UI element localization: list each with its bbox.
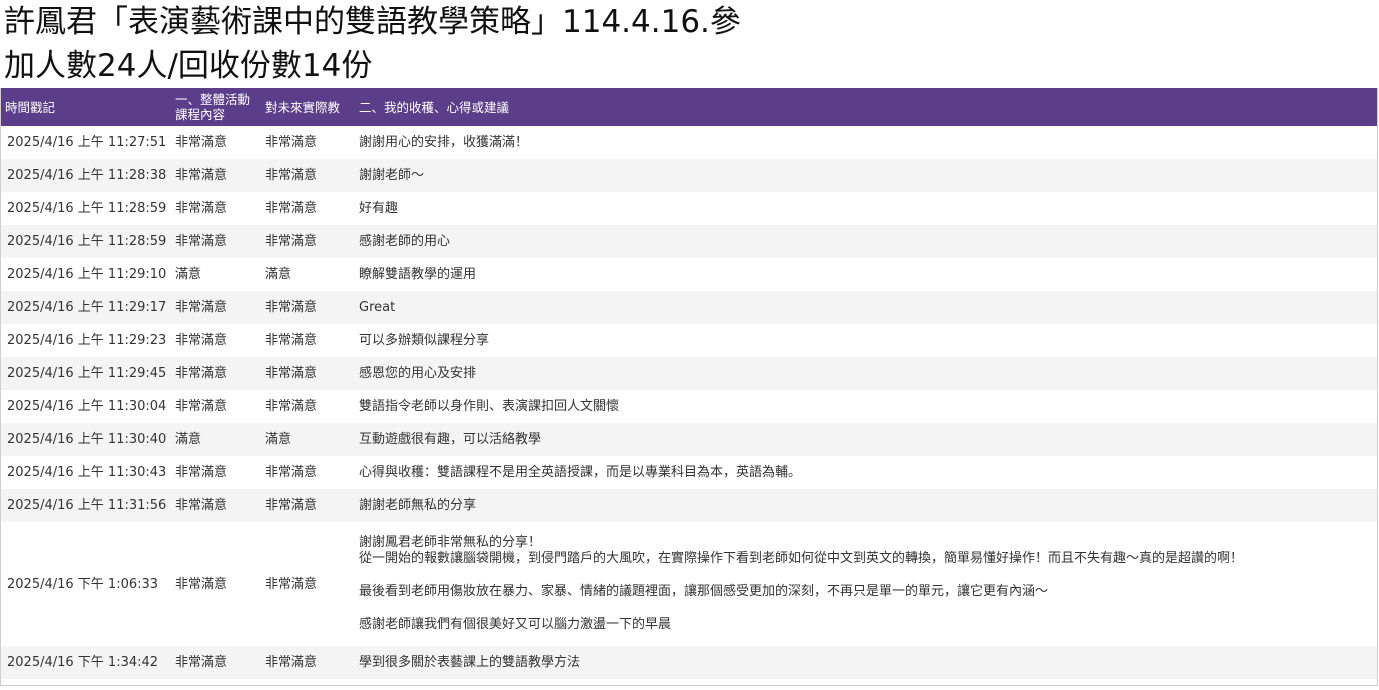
feedback-cell[interactable]: 心得與收穫：雙語課程不是用全英語授課，而是以專業科目為本，英語為輔。 bbox=[355, 456, 1377, 489]
feedback-cell[interactable]: 可以多辦類似課程分享 bbox=[355, 324, 1377, 357]
overall-rating-cell[interactable]: 非常滿意 bbox=[171, 522, 261, 646]
overall-rating-cell[interactable]: 非常滿意 bbox=[171, 324, 261, 357]
response-table: 時間戳記 一、整體活動課程內容 對未來實際教 二、我的收穫、心得或建議 2025… bbox=[1, 88, 1377, 679]
future-rating-cell[interactable]: 非常滿意 bbox=[261, 357, 355, 390]
overall-rating-cell[interactable]: 非常滿意 bbox=[171, 192, 261, 225]
feedback-cell[interactable]: 謝謝老師無私的分享 bbox=[355, 489, 1377, 522]
table-row: 2025/4/16 上午 11:27:51 非常滿意 非常滿意 謝謝用心的安排，… bbox=[1, 126, 1377, 159]
future-rating-cell[interactable]: 非常滿意 bbox=[261, 291, 355, 324]
table-row: 2025/4/16 上午 11:30:43 非常滿意 非常滿意 心得與收穫：雙語… bbox=[1, 456, 1377, 489]
future-rating-cell[interactable]: 非常滿意 bbox=[261, 489, 355, 522]
table-row: 2025/4/16 上午 11:28:59 非常滿意 非常滿意 好有趣 bbox=[1, 192, 1377, 225]
timestamp-cell[interactable]: 2025/4/16 上午 11:30:04 bbox=[1, 390, 171, 423]
overall-rating-cell[interactable]: 非常滿意 bbox=[171, 291, 261, 324]
timestamp-cell[interactable]: 2025/4/16 上午 11:29:23 bbox=[1, 324, 171, 357]
table-row: 2025/4/16 上午 11:30:04 非常滿意 非常滿意 雙語指令老師以身… bbox=[1, 390, 1377, 423]
future-rating-cell[interactable]: 非常滿意 bbox=[261, 159, 355, 192]
feedback-cell[interactable]: 感恩您的用心及安排 bbox=[355, 357, 1377, 390]
overall-rating-cell[interactable]: 非常滿意 bbox=[171, 225, 261, 258]
overall-rating-cell[interactable]: 非常滿意 bbox=[171, 126, 261, 159]
column-header-future-teaching[interactable]: 對未來實際教 bbox=[261, 88, 355, 126]
feedback-cell[interactable]: 學到很多關於表藝課上的雙語教學方法 bbox=[355, 646, 1377, 679]
table-header-row: 時間戳記 一、整體活動課程內容 對未來實際教 二、我的收穫、心得或建議 bbox=[1, 88, 1377, 126]
timestamp-cell[interactable]: 2025/4/16 下午 1:34:42 bbox=[1, 646, 171, 679]
overall-rating-cell[interactable]: 非常滿意 bbox=[171, 390, 261, 423]
column-header-feedback[interactable]: 二、我的收穫、心得或建議 bbox=[355, 88, 1377, 126]
future-rating-cell[interactable]: 非常滿意 bbox=[261, 390, 355, 423]
table-row: 2025/4/16 上午 11:29:10 滿意 滿意 瞭解雙語教學的運用 bbox=[1, 258, 1377, 291]
future-rating-cell[interactable]: 非常滿意 bbox=[261, 192, 355, 225]
feedback-cell[interactable]: 感謝老師的用心 bbox=[355, 225, 1377, 258]
timestamp-cell[interactable]: 2025/4/16 上午 11:30:43 bbox=[1, 456, 171, 489]
heading-line-1: 許鳳君「表演藝術課中的雙語教學策略」114.4.16.參 bbox=[4, 4, 741, 40]
table-row: 2025/4/16 上午 11:29:17 非常滿意 非常滿意 Great bbox=[1, 291, 1377, 324]
timestamp-cell[interactable]: 2025/4/16 上午 11:29:17 bbox=[1, 291, 171, 324]
table-row: 2025/4/16 上午 11:29:23 非常滿意 非常滿意 可以多辦類似課程… bbox=[1, 324, 1377, 357]
overall-rating-cell[interactable]: 滿意 bbox=[171, 423, 261, 456]
timestamp-cell[interactable]: 2025/4/16 上午 11:27:51 bbox=[1, 126, 171, 159]
table-row: 2025/4/16 上午 11:28:59 非常滿意 非常滿意 感謝老師的用心 bbox=[1, 225, 1377, 258]
future-rating-cell[interactable]: 非常滿意 bbox=[261, 522, 355, 646]
feedback-cell[interactable]: Great bbox=[355, 291, 1377, 324]
heading-line-2: 加人數24人/回收份數14份 bbox=[4, 48, 373, 84]
timestamp-cell[interactable]: 2025/4/16 上午 11:28:59 bbox=[1, 225, 171, 258]
future-rating-cell[interactable]: 非常滿意 bbox=[261, 456, 355, 489]
future-rating-cell[interactable]: 非常滿意 bbox=[261, 225, 355, 258]
future-rating-cell[interactable]: 滿意 bbox=[261, 258, 355, 291]
feedback-cell[interactable]: 謝謝老師～ bbox=[355, 159, 1377, 192]
response-table-container: 時間戳記 一、整體活動課程內容 對未來實際教 二、我的收穫、心得或建議 2025… bbox=[0, 88, 1378, 686]
future-rating-cell[interactable]: 非常滿意 bbox=[261, 324, 355, 357]
timestamp-cell[interactable]: 2025/4/16 上午 11:29:45 bbox=[1, 357, 171, 390]
timestamp-cell[interactable]: 2025/4/16 上午 11:29:10 bbox=[1, 258, 171, 291]
feedback-cell[interactable]: 好有趣 bbox=[355, 192, 1377, 225]
timestamp-cell[interactable]: 2025/4/16 下午 1:06:33 bbox=[1, 522, 171, 646]
timestamp-cell[interactable]: 2025/4/16 上午 11:28:59 bbox=[1, 192, 171, 225]
timestamp-cell[interactable]: 2025/4/16 上午 11:28:38 bbox=[1, 159, 171, 192]
future-rating-cell[interactable]: 非常滿意 bbox=[261, 646, 355, 679]
table-row: 2025/4/16 上午 11:29:45 非常滿意 非常滿意 感恩您的用心及安… bbox=[1, 357, 1377, 390]
timestamp-cell[interactable]: 2025/4/16 上午 11:31:56 bbox=[1, 489, 171, 522]
overall-rating-cell[interactable]: 非常滿意 bbox=[171, 357, 261, 390]
future-rating-cell[interactable]: 非常滿意 bbox=[261, 126, 355, 159]
column-header-timestamp[interactable]: 時間戳記 bbox=[1, 88, 171, 126]
table-row: 2025/4/16 上午 11:30:40 滿意 滿意 互動遊戲很有趣，可以活絡… bbox=[1, 423, 1377, 456]
table-row: 2025/4/16 下午 1:34:42 非常滿意 非常滿意 學到很多關於表藝課… bbox=[1, 646, 1377, 679]
table-row: 2025/4/16 上午 11:31:56 非常滿意 非常滿意 謝謝老師無私的分… bbox=[1, 489, 1377, 522]
overall-rating-cell[interactable]: 非常滿意 bbox=[171, 646, 261, 679]
feedback-cell[interactable]: 互動遊戲很有趣，可以活絡教學 bbox=[355, 423, 1377, 456]
overall-rating-cell[interactable]: 非常滿意 bbox=[171, 489, 261, 522]
overall-rating-cell[interactable]: 非常滿意 bbox=[171, 159, 261, 192]
overall-rating-cell[interactable]: 非常滿意 bbox=[171, 456, 261, 489]
overall-rating-cell[interactable]: 滿意 bbox=[171, 258, 261, 291]
feedback-cell[interactable]: 雙語指令老師以身作則、表演課扣回人文關懷 bbox=[355, 390, 1377, 423]
feedback-cell[interactable]: 瞭解雙語教學的運用 bbox=[355, 258, 1377, 291]
future-rating-cell[interactable]: 滿意 bbox=[261, 423, 355, 456]
timestamp-cell[interactable]: 2025/4/16 上午 11:30:40 bbox=[1, 423, 171, 456]
feedback-cell[interactable]: 謝謝用心的安排，收獲滿滿！ bbox=[355, 126, 1377, 159]
page-heading: 許鳳君「表演藝術課中的雙語教學策略」114.4.16.參 加人數24人/回收份數… bbox=[4, 0, 1374, 88]
column-header-overall-content[interactable]: 一、整體活動課程內容 bbox=[171, 88, 261, 126]
feedback-cell[interactable]: 謝謝鳳君老師非常無私的分享！ 從一開始的報數讓腦袋開機，到侵門踏戶的大風吹，在實… bbox=[355, 522, 1377, 646]
table-row: 2025/4/16 上午 11:28:38 非常滿意 非常滿意 謝謝老師～ bbox=[1, 159, 1377, 192]
table-row: 2025/4/16 下午 1:06:33 非常滿意 非常滿意 謝謝鳳君老師非常無… bbox=[1, 522, 1377, 646]
